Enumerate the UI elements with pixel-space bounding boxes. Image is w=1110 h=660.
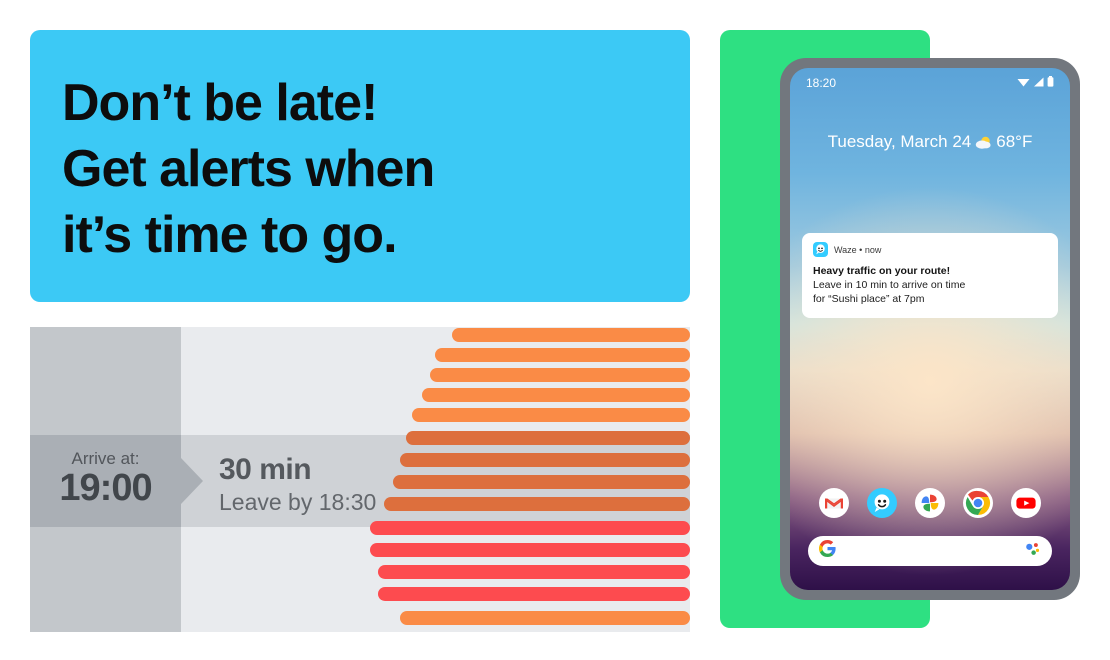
sun-cloud-icon	[975, 135, 992, 149]
page-title: Don’t be late! Get alerts when it’s time…	[62, 74, 435, 264]
notification-card[interactable]: Waze • now Heavy traffic on your route! …	[802, 233, 1058, 318]
status-icon-group	[1017, 74, 1054, 92]
chart-bar	[384, 497, 690, 511]
signal-icon	[1033, 74, 1044, 92]
phone-mockup: 18:20 Tuesday, March 24 68°F Waze • now …	[780, 58, 1080, 600]
youtube-icon[interactable]	[1011, 488, 1041, 518]
chart-bar	[378, 565, 690, 579]
headline-card: Don’t be late! Get alerts when it’s time…	[30, 30, 690, 302]
chart-bar	[370, 543, 690, 557]
wifi-icon	[1017, 74, 1030, 92]
phone-screen: 18:20 Tuesday, March 24 68°F Waze • now …	[790, 68, 1070, 590]
notification-line-1: Leave in 10 min to arrive on time	[813, 279, 966, 291]
chart-bar	[400, 611, 690, 625]
app-dock	[790, 488, 1070, 518]
google-search-bar[interactable]	[808, 536, 1052, 566]
chart-bar	[452, 328, 690, 342]
status-clock: 18:20	[806, 76, 837, 90]
chart-bar	[393, 475, 690, 489]
notification-line-2: for “Sushi place” at 7pm	[813, 293, 925, 305]
chart-bar	[406, 431, 690, 445]
battery-icon	[1047, 74, 1054, 92]
arrow-indicator-icon	[181, 458, 203, 504]
home-temperature: 68°F	[996, 132, 1033, 151]
chart-bar	[412, 408, 690, 422]
notification-header: Waze • now	[813, 242, 1047, 257]
waze-icon	[813, 242, 828, 257]
chart-bar	[430, 368, 690, 382]
notification-title: Heavy traffic on your route!	[813, 265, 951, 277]
chart-bar	[378, 587, 690, 601]
chart-bar	[400, 453, 690, 467]
status-bar: 18:20	[790, 68, 1070, 98]
traffic-chart-panel: Arrive at: 19:00 30 min Leave by 18:30	[30, 327, 690, 632]
home-date: Tuesday, March 24	[827, 132, 972, 151]
arrive-at-label: Arrive at:	[71, 449, 140, 468]
photos-icon[interactable]	[915, 488, 945, 518]
chrome-icon[interactable]	[963, 488, 993, 518]
leave-by-text: Leave by 18:30	[219, 489, 377, 515]
chart-bar	[422, 388, 690, 402]
waze-icon[interactable]	[867, 488, 897, 518]
chart-bar	[435, 348, 690, 362]
trip-duration: 30 min	[219, 453, 312, 486]
gmail-icon[interactable]	[819, 488, 849, 518]
chart-bar	[370, 521, 690, 535]
google-assistant-icon[interactable]	[1024, 541, 1041, 562]
notification-app-line: Waze • now	[834, 244, 882, 255]
date-weather-row: Tuesday, March 24 68°F	[790, 132, 1070, 152]
arrive-at-time: 19:00	[59, 467, 152, 509]
google-g-icon	[818, 540, 836, 562]
